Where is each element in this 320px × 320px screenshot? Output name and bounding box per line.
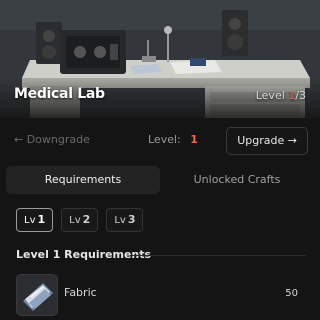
- level-navigation: ← Downgrade Level: 1 Upgrade →: [0, 124, 320, 158]
- level-chip-number: 2: [82, 213, 91, 226]
- level-chip-number: 3: [127, 213, 136, 226]
- current-level-value: 1: [190, 133, 198, 146]
- tab-bar: Requirements Unlocked Crafts: [6, 166, 314, 194]
- requirement-name: Fabric: [64, 286, 97, 299]
- requirements-divider: [130, 255, 306, 256]
- level-chip-2[interactable]: Lv 2: [61, 208, 99, 232]
- facility-level-indicator: Level 1/3: [256, 89, 306, 102]
- level-chip-number: 1: [37, 213, 46, 226]
- level-chip-1[interactable]: Lv 1: [16, 208, 54, 232]
- facility-title: Medical Lab: [14, 86, 105, 102]
- requirement-item[interactable]: Fabric 50: [14, 272, 306, 316]
- level-indicator-total: /3: [295, 89, 306, 102]
- downgrade-button[interactable]: ← Downgrade: [14, 124, 90, 156]
- requirement-quantity: 50: [285, 288, 298, 299]
- tab-requirements[interactable]: Requirements: [6, 166, 160, 194]
- fabric-icon: [16, 274, 58, 316]
- level-selector: Lv 1 Lv 2 Lv 3: [16, 208, 144, 232]
- level-chip-3[interactable]: Lv 3: [106, 208, 144, 232]
- level-chip-prefix: Lv: [114, 215, 126, 226]
- current-level-display: Level: 1: [148, 124, 198, 156]
- upgrade-button[interactable]: Upgrade →: [226, 127, 308, 155]
- tab-unlocked-crafts[interactable]: Unlocked Crafts: [160, 166, 314, 194]
- facility-hero-image: Medical Lab Level 1/3: [0, 0, 320, 118]
- level-indicator-label: Level: [255, 89, 285, 102]
- current-level-label: Level:: [148, 133, 181, 146]
- level-chip-prefix: Lv: [69, 215, 81, 226]
- level-chip-prefix: Lv: [24, 215, 36, 226]
